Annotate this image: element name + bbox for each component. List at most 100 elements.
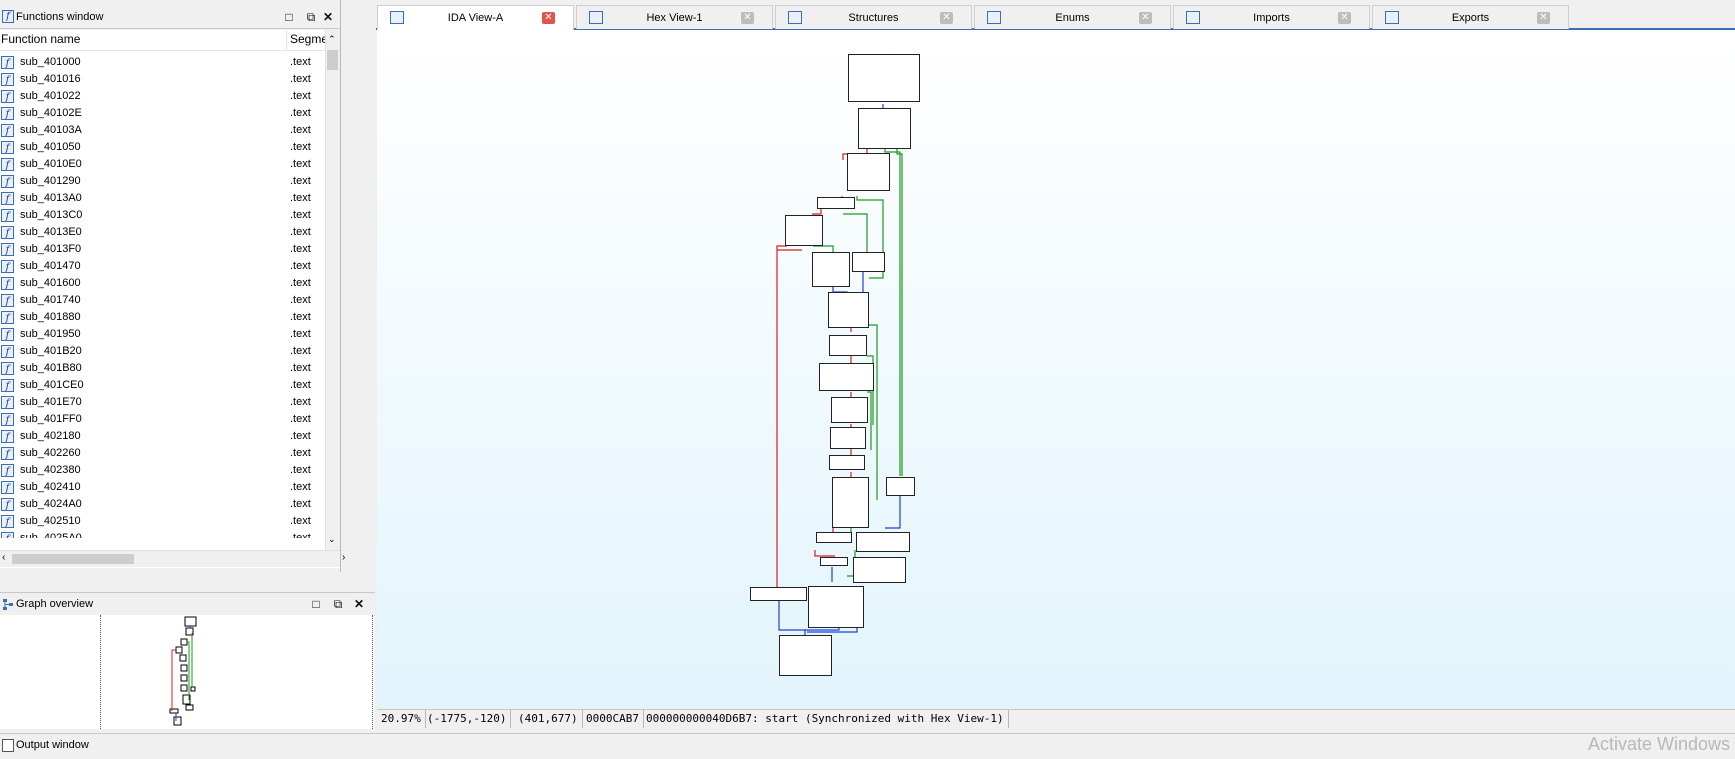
mini-node [169,708,179,714]
mini-node [184,616,197,627]
close-icon[interactable]: ✕ [1537,12,1550,24]
close-icon[interactable]: ✕ [940,12,953,24]
output-window-bar[interactable]: Output window [0,733,1735,756]
graph-node[interactable] [828,292,869,328]
close-icon[interactable]: ✕ [320,9,336,25]
function-row[interactable]: f sub_401B20 .text [0,343,326,360]
function-row[interactable]: f sub_401600 .text [0,275,326,292]
ida-view-canvas[interactable] [377,30,1735,708]
function-row[interactable]: f sub_401050 .text [0,139,326,156]
function-row[interactable]: f sub_4025A0 .text [0,530,326,538]
graph-node[interactable] [832,477,869,528]
function-row[interactable]: f sub_402180 .text [0,428,326,445]
close-icon[interactable]: ✕ [351,596,367,612]
function-row[interactable]: f sub_401B80 .text [0,360,326,377]
tab-exports[interactable]: Exports ✕ [1372,5,1569,29]
function-row[interactable]: f sub_402260 .text [0,445,326,462]
tab-imports[interactable]: Imports ✕ [1173,5,1370,29]
function-row[interactable]: f sub_401290 .text [0,173,326,190]
function-row[interactable]: f sub_401000 .text [0,54,326,71]
function-row[interactable]: f sub_4013C0 .text [0,207,326,224]
function-row[interactable]: f sub_402380 .text [0,462,326,479]
close-icon[interactable]: ✕ [741,12,754,24]
graph-node[interactable] [750,587,807,601]
function-row[interactable]: f sub_4024A0 .text [0,496,326,513]
graph-node[interactable] [817,197,855,209]
graph-node[interactable] [816,532,852,543]
restore-icon[interactable]: ⧉ [330,596,346,612]
scroll-up-icon[interactable]: ⌃ [328,34,336,45]
column-divider[interactable] [286,30,287,50]
tab-structures[interactable]: Structures ✕ [775,5,972,29]
function-row[interactable]: f sub_401E70 .text [0,394,326,411]
function-row[interactable]: f sub_401022 .text [0,88,326,105]
function-row[interactable]: f sub_402410 .text [0,479,326,496]
tab-hex-view-1[interactable]: Hex View-1 ✕ [576,5,773,29]
graph-node[interactable] [886,477,915,496]
function-row[interactable]: f sub_4013A0 .text [0,190,326,207]
edge-true [884,148,901,476]
graph-overview-titlebar[interactable]: Graph overview □ ⧉ ✕ [0,592,375,616]
scroll-down-icon[interactable]: ⌄ [328,534,336,545]
function-row[interactable]: f sub_402510 .text [0,513,326,530]
function-row[interactable]: f sub_40103A .text [0,122,326,139]
graph-node[interactable] [779,635,832,676]
tab-enums[interactable]: Enums ✕ [974,5,1171,29]
function-segment: .text [290,73,311,85]
h-scroll-thumb[interactable] [12,554,134,564]
scroll-thumb[interactable] [327,50,338,70]
function-segment: .text [290,464,311,476]
graph-node[interactable] [831,397,868,423]
functions-list[interactable]: Function name Segment f sub_401000 .text f s… [0,30,345,568]
function-row[interactable]: f sub_4013F0 .text [0,241,326,258]
scroll-right-icon[interactable]: › [342,552,345,563]
mini-node [185,704,194,711]
graph-node[interactable] [820,557,848,566]
restore-icon[interactable]: ⧉ [303,9,319,25]
function-row[interactable]: f sub_4010E0 .text [0,156,326,173]
column-header-name[interactable]: Function name [1,32,80,46]
scroll-left-icon[interactable]: ‹ [2,552,5,563]
function-row[interactable]: f sub_401740 .text [0,292,326,309]
functions-window-title: Functions window [16,11,104,23]
close-icon[interactable]: ✕ [1139,12,1152,24]
graph-node[interactable] [819,363,874,391]
maximize-icon[interactable]: □ [308,596,324,612]
graph-node[interactable] [812,252,850,287]
graph-overview-canvas[interactable] [0,615,374,729]
graph-overview-title: Graph overview [16,598,94,610]
function-row[interactable]: f sub_401FF0 .text [0,411,326,428]
function-row[interactable]: f sub_401016 .text [0,71,326,88]
graph-node[interactable] [808,586,864,628]
function-icon: f [1,498,14,511]
graph-node[interactable] [829,455,865,470]
graph-node[interactable] [785,215,823,246]
function-row[interactable]: f sub_401880 .text [0,309,326,326]
function-row[interactable]: f sub_4013E0 .text [0,224,326,241]
graph-node[interactable] [847,153,890,191]
function-row[interactable]: f sub_40102E .text [0,105,326,122]
graph-node[interactable] [856,532,910,552]
maximize-icon[interactable]: □ [281,9,297,25]
function-row[interactable]: f sub_401950 .text [0,326,326,343]
function-row[interactable]: f sub_401CE0 .text [0,377,326,394]
function-name: sub_402410 [20,481,81,493]
function-row[interactable]: f sub_401470 .text [0,258,326,275]
graph-node[interactable] [852,252,885,272]
graph-node[interactable] [830,427,866,449]
graph-node[interactable] [858,108,911,149]
functions-window-titlebar[interactable]: f Functions window □ ⧉ ✕ [0,6,340,29]
horizontal-scrollbar[interactable]: ‹ › [0,550,345,567]
graph-node[interactable] [829,335,867,356]
close-icon[interactable]: ✕ [1338,12,1351,24]
graph-node[interactable] [853,557,906,583]
function-name: sub_401FF0 [20,413,82,425]
edge-uncond [885,494,901,529]
function-segment: .text [290,532,311,538]
close-icon[interactable]: ✕ [542,12,555,24]
tab-ida-view-a[interactable]: IDA View-A ✕ [377,5,574,30]
function-segment: .text [290,243,311,255]
function-icon: f [1,447,14,460]
vertical-scrollbar[interactable]: ⌃ ⌄ [325,30,340,550]
graph-node[interactable] [848,54,920,102]
